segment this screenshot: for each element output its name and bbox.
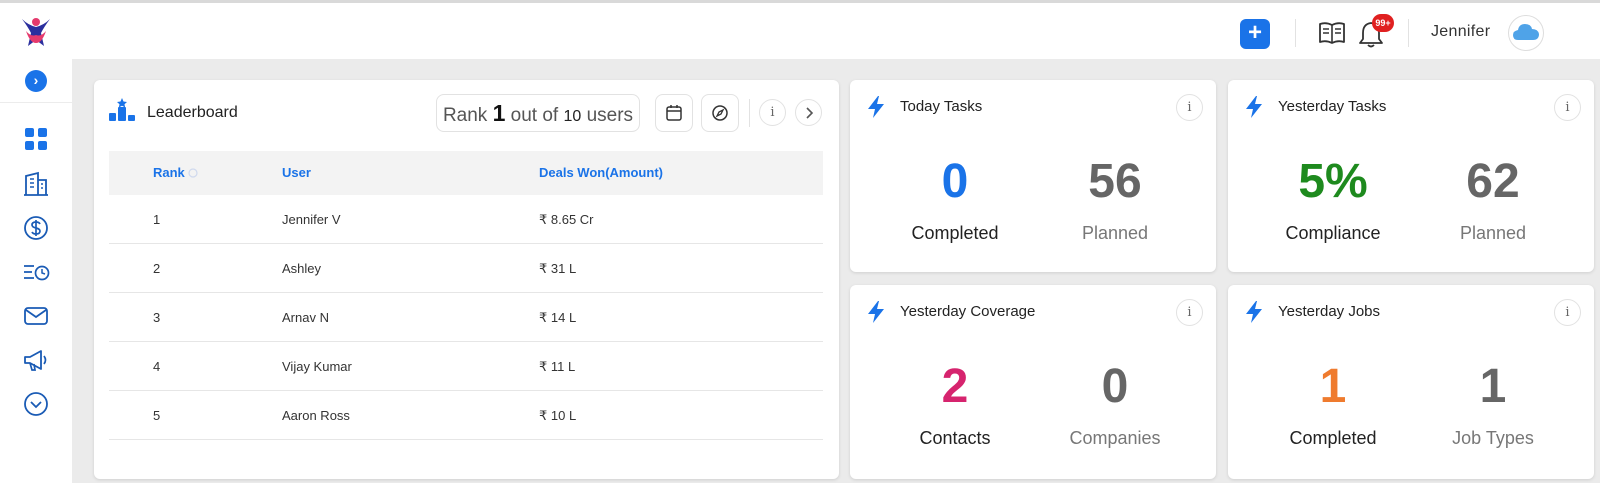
yesterday-coverage-card: Yesterday Coverage i 2 Contacts 0 Compan… (850, 285, 1216, 479)
leaderboard-card: Leaderboard Rank 1 out of 10 users i Ran… (94, 80, 839, 479)
column-header-user[interactable]: User (282, 165, 311, 180)
book-icon[interactable] (1318, 20, 1346, 46)
rank-summary: Rank 1 out of 10 users (436, 94, 640, 132)
sidebar-divider (0, 102, 72, 103)
app-logo-icon[interactable] (18, 13, 54, 49)
rank-mid: out of (510, 105, 559, 126)
column-header-deals-won[interactable]: Deals Won(Amount) (539, 165, 663, 180)
top-header: + 99+ Jennifer (0, 3, 1600, 59)
column-header-rank[interactable]: Rank (153, 165, 199, 180)
leaderboard-info-button[interactable]: i (759, 99, 786, 126)
sidebar-toggle-button[interactable]: › (25, 70, 47, 92)
lightning-icon (1246, 96, 1262, 118)
target-filter-button[interactable] (701, 94, 739, 132)
leaderboard-title: Leaderboard (147, 104, 238, 121)
sort-icon[interactable] (188, 168, 199, 178)
secondary-label: Companies (1069, 428, 1161, 448)
rank-cell: 3 (153, 310, 161, 325)
compass-icon (712, 105, 728, 121)
chevron-right-icon (806, 107, 814, 119)
header-divider (1295, 19, 1296, 47)
user-cell: Arnav N (282, 310, 329, 325)
secondary-label: Planned (1459, 223, 1527, 243)
yesterday-tasks-card: Yesterday Tasks i 5% Compliance 62 Plann… (1228, 80, 1594, 272)
table-header: Rank User Deals Won(Amount) (109, 151, 823, 195)
rank-total: 10 (563, 108, 582, 125)
secondary-value: 56 (1088, 155, 1142, 208)
secondary-value: 62 (1466, 155, 1520, 208)
add-button[interactable]: + (1240, 19, 1270, 49)
table-row[interactable]: 1 Jennifer V ₹ 8.65 Cr (109, 195, 823, 244)
secondary-value: 0 (1101, 360, 1129, 413)
column-header-label: Rank (153, 165, 185, 180)
megaphone-icon[interactable] (22, 346, 50, 374)
rank-prefix: Rank (442, 105, 488, 126)
primary-label: Completed (1289, 428, 1377, 448)
primary-label: Completed (911, 223, 999, 243)
notification-badge: 99+ (1372, 14, 1394, 32)
rank-cell: 5 (153, 408, 161, 423)
table-row[interactable]: 2 Ashley ₹ 31 L (109, 244, 823, 293)
dollar-icon[interactable] (22, 214, 50, 242)
date-filter-button[interactable] (655, 94, 693, 132)
primary-label: Contacts (919, 428, 991, 448)
secondary-value: 1 (1479, 360, 1507, 413)
amount-cell: ₹ 31 L (539, 261, 577, 276)
primary-value: 1 (1319, 360, 1347, 413)
rank-value: 1 (492, 100, 506, 126)
rank-suffix: users (586, 105, 634, 126)
table-row[interactable]: 3 Arnav N ₹ 14 L (109, 293, 823, 342)
user-cell: Vijay Kumar (282, 359, 352, 374)
secondary-label: Planned (1081, 223, 1149, 243)
lightning-icon (868, 96, 884, 118)
activity-clock-icon[interactable] (22, 258, 50, 286)
amount-cell: ₹ 11 L (539, 359, 576, 374)
today-tasks-card: Today Tasks i 0 Completed 56 Planned (850, 80, 1216, 272)
user-cell: Aaron Ross (282, 408, 350, 423)
user-cell: Jennifer V (282, 212, 341, 227)
notifications-button[interactable]: 99+ (1358, 14, 1394, 50)
rank-cell: 2 (153, 261, 161, 276)
card-title: Today Tasks (900, 98, 983, 115)
info-button[interactable]: i (1554, 299, 1581, 326)
table-row[interactable]: 5 Aaron Ross ₹ 10 L (109, 391, 823, 440)
amount-cell: ₹ 10 L (539, 408, 577, 423)
sidebar: › (0, 59, 72, 483)
toolbar-divider (749, 99, 750, 127)
primary-value: 0 (941, 155, 969, 208)
primary-value: 2 (941, 360, 969, 413)
dashboard-icon[interactable] (22, 125, 50, 153)
info-button[interactable]: i (1554, 94, 1581, 121)
mail-icon[interactable] (22, 302, 50, 330)
info-button[interactable]: i (1176, 94, 1203, 121)
card-title: Yesterday Coverage (900, 303, 1036, 320)
building-icon[interactable] (22, 170, 50, 198)
rank-cell: 4 (153, 359, 161, 374)
primary-value: 5% (1298, 155, 1368, 208)
avatar[interactable] (1508, 15, 1544, 51)
chevron-down-circle-icon[interactable] (22, 390, 50, 418)
rank-cell: 1 (153, 212, 161, 227)
amount-cell: ₹ 14 L (539, 310, 577, 325)
lightning-icon (868, 301, 884, 323)
lightning-icon (1246, 301, 1262, 323)
card-title: Yesterday Tasks (1278, 98, 1387, 115)
leaderboard-next-button[interactable] (795, 99, 822, 126)
cloud-icon (1513, 24, 1539, 40)
table-row[interactable]: 4 Vijay Kumar ₹ 11 L (109, 342, 823, 391)
podium-icon (109, 98, 135, 121)
yesterday-jobs-card: Yesterday Jobs i 1 Completed 1 Job Types (1228, 285, 1594, 479)
secondary-label: Job Types (1452, 428, 1534, 448)
info-button[interactable]: i (1176, 299, 1203, 326)
user-cell: Ashley (282, 261, 322, 276)
primary-label: Compliance (1285, 223, 1381, 243)
user-name[interactable]: Jennifer (1431, 23, 1490, 41)
card-title: Yesterday Jobs (1278, 303, 1381, 320)
header-divider (1408, 19, 1409, 47)
calendar-icon (666, 105, 682, 121)
amount-cell: ₹ 8.65 Cr (539, 212, 594, 227)
